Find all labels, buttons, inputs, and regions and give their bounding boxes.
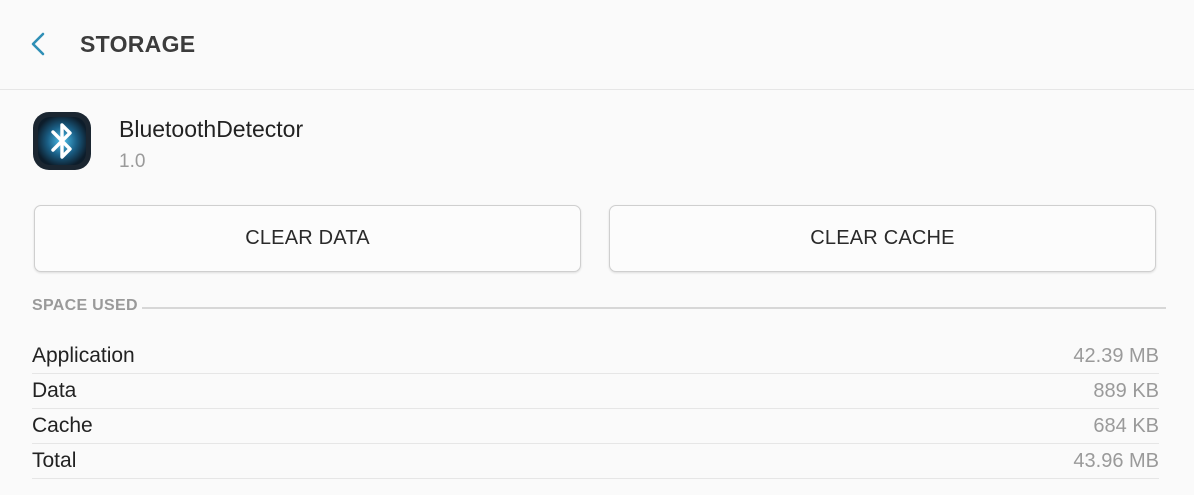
section-divider	[142, 307, 1166, 309]
row-value: 684 KB	[1093, 414, 1159, 437]
back-button[interactable]	[22, 28, 54, 60]
app-name: BluetoothDetector	[119, 116, 304, 142]
list-item-data: Data 889 KB	[32, 374, 1159, 409]
clear-cache-button[interactable]: CLEAR CACHE	[609, 205, 1156, 272]
app-icon	[32, 111, 92, 171]
clear-data-button[interactable]: CLEAR DATA	[34, 205, 581, 272]
space-used-header: SPACE USED	[32, 297, 138, 314]
list-item-cache: Cache 684 KB	[32, 409, 1159, 444]
row-value: 42.39 MB	[1073, 344, 1159, 367]
row-value: 889 KB	[1093, 379, 1159, 402]
row-label: Cache	[32, 414, 93, 437]
list-item-application: Application 42.39 MB	[32, 339, 1159, 374]
chevron-left-icon	[31, 32, 45, 56]
space-used-list: Application 42.39 MB Data 889 KB Cache 6…	[32, 339, 1159, 479]
row-label: Data	[32, 379, 77, 402]
row-label: Application	[32, 344, 135, 367]
row-value: 43.96 MB	[1073, 449, 1159, 472]
page-title: STORAGE	[80, 31, 196, 57]
row-label: Total	[32, 449, 77, 472]
app-bar: STORAGE	[0, 0, 1194, 90]
list-item-total: Total 43.96 MB	[32, 444, 1159, 479]
bluetooth-icon	[33, 112, 91, 170]
app-version: 1.0	[119, 151, 146, 172]
